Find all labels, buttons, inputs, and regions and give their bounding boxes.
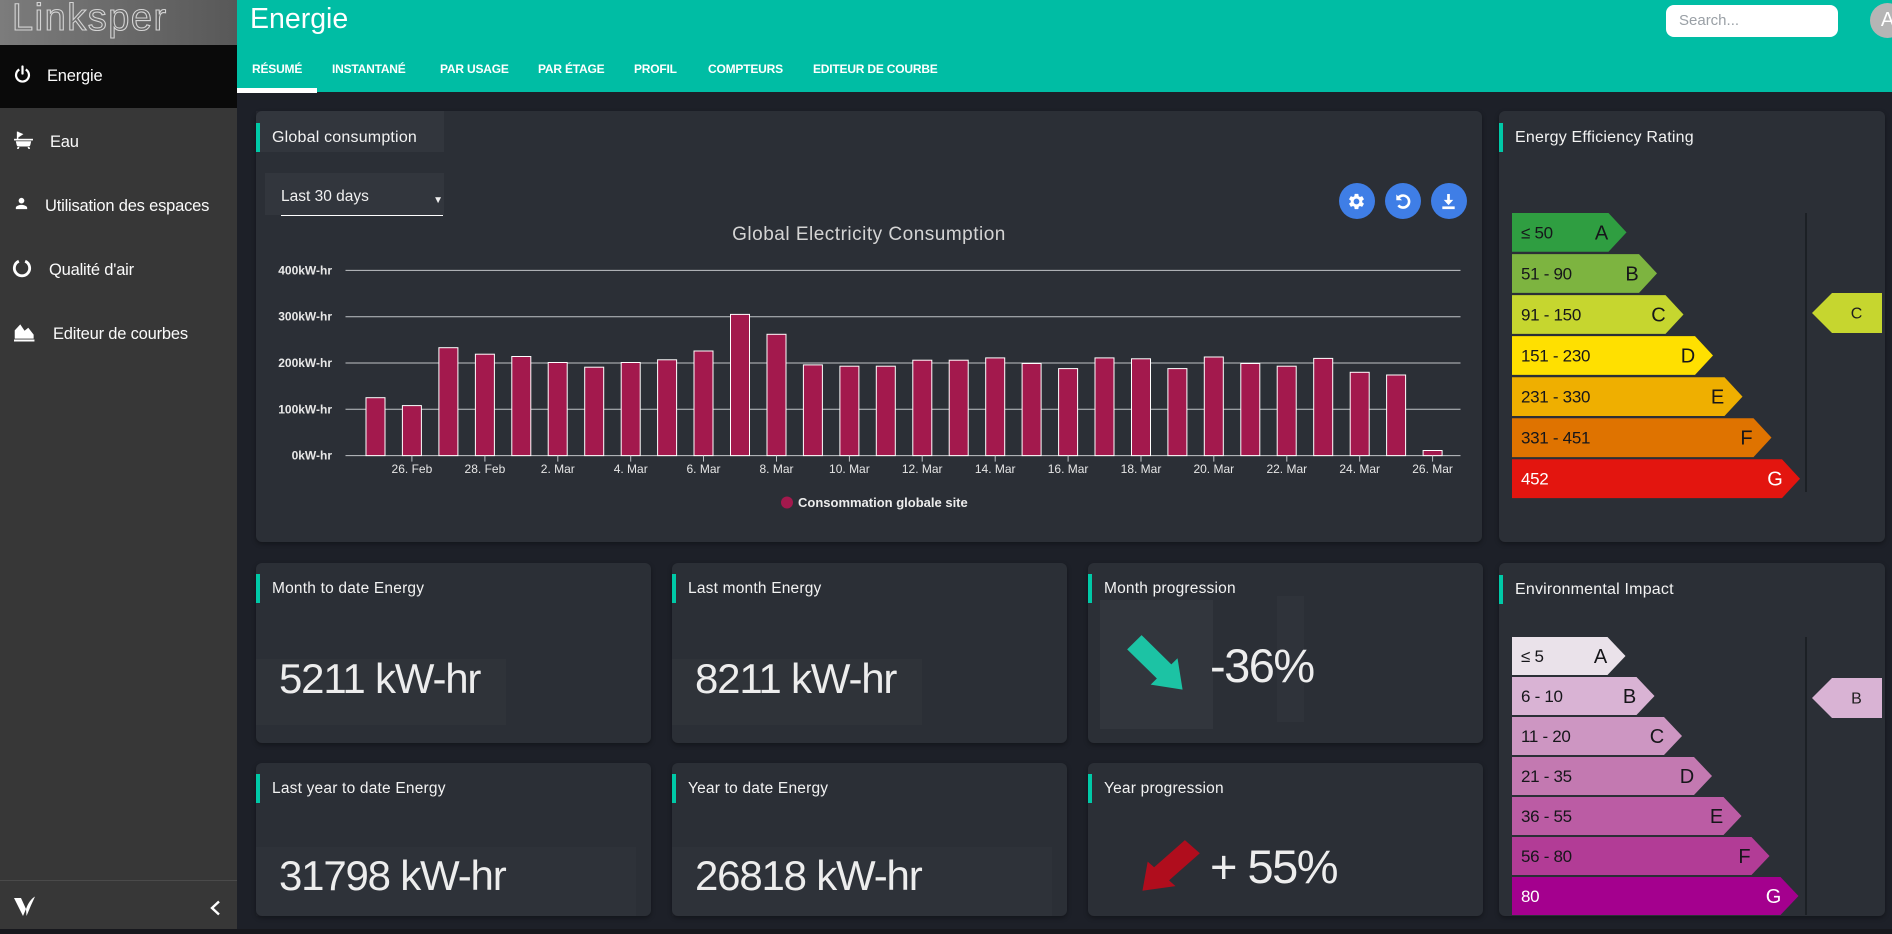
svg-text:2. Mar: 2. Mar — [541, 462, 575, 476]
svg-text:≤ 50: ≤ 50 — [1521, 223, 1553, 242]
svg-text:21 - 35: 21 - 35 — [1521, 767, 1572, 786]
svg-text:8. Mar: 8. Mar — [759, 462, 793, 476]
svg-text:24. Mar: 24. Mar — [1339, 462, 1380, 476]
svg-text:6 - 10: 6 - 10 — [1521, 687, 1563, 706]
svg-text:18. Mar: 18. Mar — [1121, 462, 1162, 476]
svg-text:F: F — [1738, 846, 1750, 868]
svg-text:400kW-hr: 400kW-hr — [278, 263, 332, 277]
svg-text:51 - 90: 51 - 90 — [1521, 264, 1572, 283]
svg-text:12. Mar: 12. Mar — [902, 462, 943, 476]
svg-text:452: 452 — [1521, 470, 1548, 489]
svg-text:331 - 451: 331 - 451 — [1521, 429, 1590, 448]
svg-text:10. Mar: 10. Mar — [829, 462, 870, 476]
svg-text:A: A — [1594, 646, 1608, 668]
svg-text:D: D — [1680, 766, 1694, 788]
svg-text:B: B — [1625, 263, 1638, 285]
svg-text:4. Mar: 4. Mar — [614, 462, 648, 476]
svg-text:22. Mar: 22. Mar — [1266, 462, 1307, 476]
svg-text:91 - 150: 91 - 150 — [1521, 306, 1581, 325]
svg-text:C: C — [1650, 726, 1664, 748]
svg-text:A: A — [1595, 222, 1609, 244]
svg-text:231 - 330: 231 - 330 — [1521, 388, 1590, 407]
svg-text:100kW-hr: 100kW-hr — [278, 402, 332, 416]
svg-text:C: C — [1651, 305, 1665, 327]
svg-text:E: E — [1710, 806, 1723, 828]
svg-text:16. Mar: 16. Mar — [1048, 462, 1089, 476]
svg-text:300kW-hr: 300kW-hr — [278, 310, 332, 324]
svg-text:11 - 20: 11 - 20 — [1521, 727, 1571, 746]
svg-text:26. Mar: 26. Mar — [1412, 462, 1453, 476]
svg-text:C: C — [1851, 306, 1863, 323]
svg-text:0kW-hr: 0kW-hr — [292, 449, 333, 463]
svg-text:20. Mar: 20. Mar — [1193, 462, 1234, 476]
svg-text:36 - 55: 36 - 55 — [1521, 807, 1572, 826]
svg-text:26. Feb: 26. Feb — [392, 462, 433, 476]
svg-text:B: B — [1623, 686, 1636, 708]
svg-text:200kW-hr: 200kW-hr — [278, 356, 332, 370]
svg-text:F: F — [1740, 428, 1752, 450]
svg-text:G: G — [1766, 886, 1782, 908]
svg-text:Consommation globale site: Consommation globale site — [798, 495, 968, 510]
svg-text:80: 80 — [1521, 887, 1539, 906]
svg-text:28. Feb: 28. Feb — [465, 462, 506, 476]
svg-text:14. Mar: 14. Mar — [975, 462, 1016, 476]
svg-text:E: E — [1711, 387, 1724, 409]
svg-text:56 - 80: 56 - 80 — [1521, 847, 1572, 866]
svg-text:≤ 5: ≤ 5 — [1521, 647, 1544, 666]
svg-text:B: B — [1851, 691, 1862, 708]
svg-text:151 - 230: 151 - 230 — [1521, 347, 1590, 366]
svg-text:6. Mar: 6. Mar — [686, 462, 720, 476]
svg-text:D: D — [1681, 346, 1695, 368]
svg-text:G: G — [1767, 469, 1783, 491]
